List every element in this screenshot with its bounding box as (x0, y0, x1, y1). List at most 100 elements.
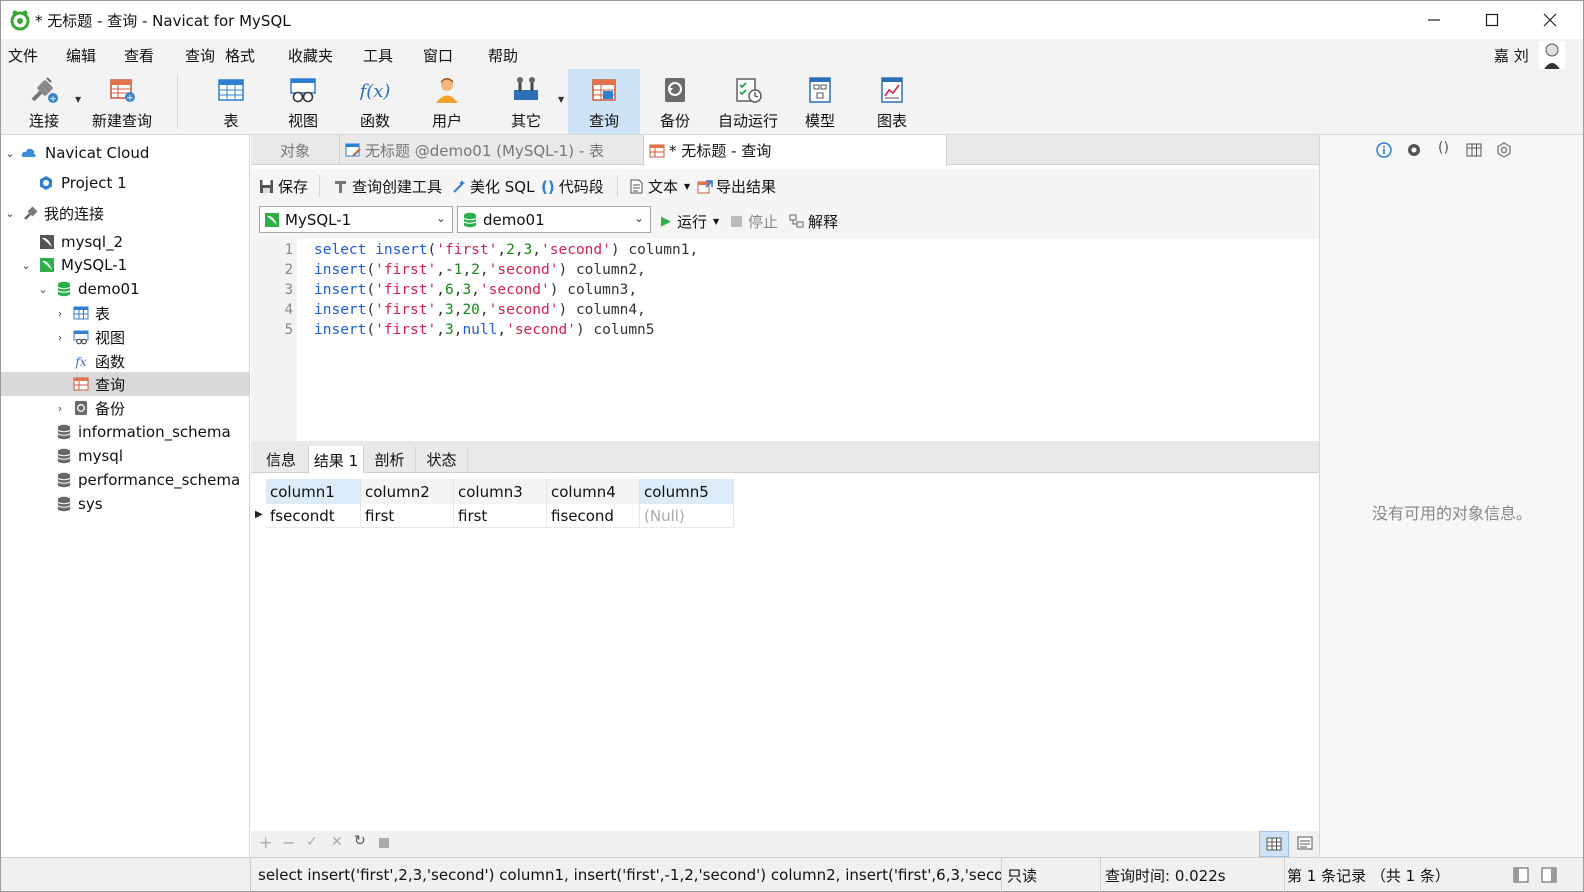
tree-item-views[interactable]: › 视图 (1, 325, 249, 349)
avatar[interactable] (1539, 41, 1565, 71)
column-header[interactable]: column3 (454, 479, 547, 504)
tree-item-project[interactable]: Project 1 (1, 171, 249, 195)
columns-icon[interactable] (1466, 142, 1482, 158)
table-cell[interactable]: (Null) (640, 504, 734, 528)
stop-icon[interactable] (379, 838, 389, 848)
tab-objects[interactable]: 对象 (251, 135, 339, 165)
tree-item-performance-schema[interactable]: performance_schema (1, 468, 249, 492)
stop-button[interactable]: 停止 (731, 211, 778, 232)
chevron-down-icon[interactable]: ⌄ (3, 207, 17, 220)
function-button[interactable]: f(x) 函数 (340, 69, 410, 134)
grid-view-button[interactable] (1259, 831, 1289, 857)
settings-icon[interactable] (1496, 142, 1512, 158)
tree-item-my-connections[interactable]: ⌄ 我的连接 (1, 201, 249, 225)
close-button[interactable] (1521, 1, 1579, 39)
chevron-down-icon[interactable]: ⌄ (3, 147, 17, 160)
tab-info[interactable]: 信息 (256, 446, 306, 473)
menu-help[interactable]: 帮助 (488, 45, 518, 66)
panel-left-icon[interactable] (1513, 867, 1529, 883)
column-header[interactable]: column2 (361, 479, 454, 504)
tree-item-mysql2[interactable]: mysql_2 (1, 230, 249, 254)
chevron-down-icon[interactable]: ▼ (75, 95, 81, 104)
table-cell[interactable]: first (454, 504, 547, 528)
menu-edit[interactable]: 编辑 (66, 45, 96, 66)
table-cell[interactable]: fsecondt (266, 504, 361, 528)
tab-status[interactable]: 状态 (416, 446, 468, 473)
run-button[interactable]: ▶ 运行 ▼ (661, 211, 719, 232)
tab-query[interactable]: * 无标题 - 查询 (643, 135, 947, 166)
tree-item-queries[interactable]: 查询 (1, 372, 249, 396)
table-cell[interactable]: fisecond (547, 504, 640, 528)
chevron-down-icon[interactable]: ▼ (684, 182, 690, 191)
column-header[interactable]: column1 (266, 479, 361, 504)
chevron-down-icon[interactable]: ⌄ (36, 283, 50, 296)
tree-item-backups[interactable]: › 备份 (1, 396, 249, 420)
query-builder-button[interactable]: 查询创建工具 (333, 176, 442, 197)
tree-item-information-schema[interactable]: information_schema (1, 420, 249, 444)
chevron-down-icon[interactable]: ⌄ (19, 259, 33, 272)
column-header[interactable]: column4 (547, 479, 640, 504)
other-button[interactable]: 其它 ▼ (490, 69, 564, 134)
table-cell[interactable]: first (361, 504, 454, 528)
maximize-button[interactable] (1463, 1, 1521, 39)
menu-query[interactable]: 查询 (185, 45, 215, 66)
chart-button[interactable]: 图表 (857, 69, 927, 134)
save-button[interactable]: 保存 (259, 176, 308, 197)
export-results-button[interactable]: 导出结果 (697, 176, 776, 197)
tools-icon (514, 77, 538, 100)
chevron-down-icon[interactable]: ▼ (558, 95, 564, 104)
form-view-button[interactable] (1291, 831, 1319, 857)
connect-button[interactable]: + 连接 ▼ (9, 69, 81, 134)
tree-item-sys[interactable]: sys (1, 492, 249, 516)
backup-button[interactable]: 备份 (640, 69, 710, 134)
apply-icon[interactable]: ✓ (306, 834, 318, 850)
panel-right-icon[interactable] (1541, 867, 1557, 883)
column-header[interactable]: column5 (640, 479, 734, 504)
tree-item-mysql1[interactable]: ⌄ MySQL-1 (1, 253, 249, 277)
tree-item-navicat-cloud[interactable]: ⌄ Navicat Cloud (1, 141, 249, 165)
tree-item-demo01[interactable]: ⌄ demo01 (1, 277, 249, 301)
tree-item-functions[interactable]: fx 函数 (1, 349, 249, 373)
menu-window[interactable]: 窗口 (423, 45, 453, 66)
delete-row-icon[interactable]: − (282, 833, 295, 852)
model-button[interactable]: 模型 (785, 69, 855, 134)
minimize-button[interactable] (1405, 1, 1463, 39)
text-button[interactable]: 文本 ▼ (629, 176, 690, 197)
info-icon[interactable] (1376, 142, 1392, 158)
tree-item-mysql-db[interactable]: mysql (1, 444, 249, 468)
user-button[interactable]: 用户 (412, 69, 482, 134)
menu-view[interactable]: 查看 (124, 45, 154, 66)
explain-button[interactable]: 解释 (789, 211, 838, 232)
query-button[interactable]: 查询 (568, 69, 640, 134)
table-button[interactable]: 表 (196, 69, 266, 134)
toolbar-separator (319, 175, 320, 197)
connection-select[interactable]: MySQL-1 ⌄ (259, 206, 453, 233)
refresh-icon[interactable]: ↻ (354, 833, 366, 849)
chevron-down-icon[interactable]: ▼ (713, 217, 719, 226)
beautify-sql-button[interactable]: 美化 SQL (451, 176, 534, 197)
tab-profile[interactable]: 剖析 (364, 446, 416, 473)
new-query-button[interactable]: + 新建查询 (87, 69, 157, 134)
chevron-right-icon[interactable]: › (53, 331, 67, 344)
user-name[interactable]: 嘉 刘 (1494, 45, 1529, 66)
tab-result-1[interactable]: 结果 1 (308, 446, 364, 474)
sql-editor[interactable]: 1 2 3 4 5 select insert('first',2,3,'second'… (251, 239, 1319, 441)
menu-format[interactable]: 格式 (225, 45, 255, 66)
chevron-right-icon[interactable]: › (53, 307, 67, 320)
preview-icon[interactable] (1406, 142, 1422, 158)
menu-tools[interactable]: 工具 (363, 45, 393, 66)
tab-table-design[interactable]: 无标题 @demo01 (MySQL-1) - 表 (339, 135, 643, 165)
auto-run-button[interactable]: 自动运行 (710, 69, 786, 134)
database-select[interactable]: demo01 ⌄ (457, 206, 651, 233)
ddl-icon[interactable]: () (1438, 140, 1449, 156)
add-row-icon[interactable]: + (259, 833, 272, 852)
code-snippet-button[interactable]: () 代码段 (541, 176, 604, 197)
view-button[interactable]: 视图 (268, 69, 338, 134)
menu-file[interactable]: 文件 (8, 45, 38, 66)
chevron-right-icon[interactable]: › (53, 402, 67, 415)
discard-icon[interactable]: ✕ (331, 834, 343, 850)
menu-favorites[interactable]: 收藏夹 (288, 45, 333, 66)
tree-item-tables[interactable]: › 表 (1, 301, 249, 325)
form-icon (1297, 836, 1313, 850)
result-grid[interactable]: column1 column2 column3 column4 column5 ▶ fsec… (251, 473, 1319, 831)
